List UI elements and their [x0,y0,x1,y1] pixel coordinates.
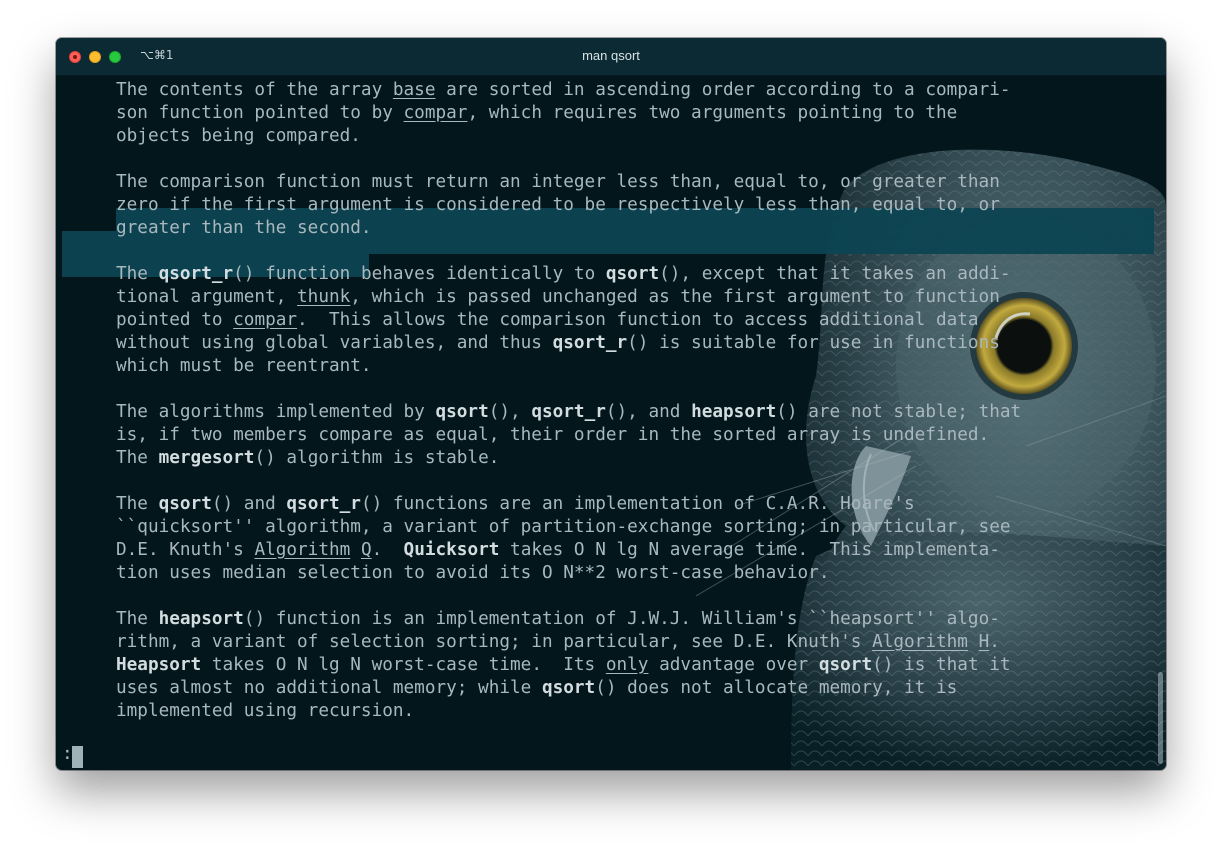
man-paragraph-6: The heapsort() function is an implementa… [116,609,1011,721]
man-page-text: The contents of the array base are sorte… [116,79,1021,723]
terminal-window: ⌥⌘1 man qsort The contents of the array … [56,38,1166,770]
man-paragraph-1: The contents of the array base are sorte… [116,80,1011,146]
base-argument: base [392,80,436,100]
scrollbar[interactable] [1154,76,1164,770]
man-paragraph-4: The algorithms implemented by qsort(), q… [116,402,1022,468]
man-paragraph-5: The qsort() and qsort_r() functions are … [116,494,1011,583]
compar-argument: compar [403,103,468,123]
terminal-content[interactable]: The contents of the array base are sorte… [56,76,1166,770]
man-paragraph-2: The comparison function must return an i… [116,172,1000,238]
man-paragraph-3: The qsort_r() function behaves identical… [116,264,1011,376]
thunk-argument: thunk [297,287,351,307]
scrollbar-thumb[interactable] [1158,672,1163,764]
window-title: man qsort [582,48,640,63]
title-bar[interactable]: ⌥⌘1 man qsort [56,38,1166,76]
selection-highlight [62,231,116,277]
text-cursor[interactable] [72,746,83,768]
